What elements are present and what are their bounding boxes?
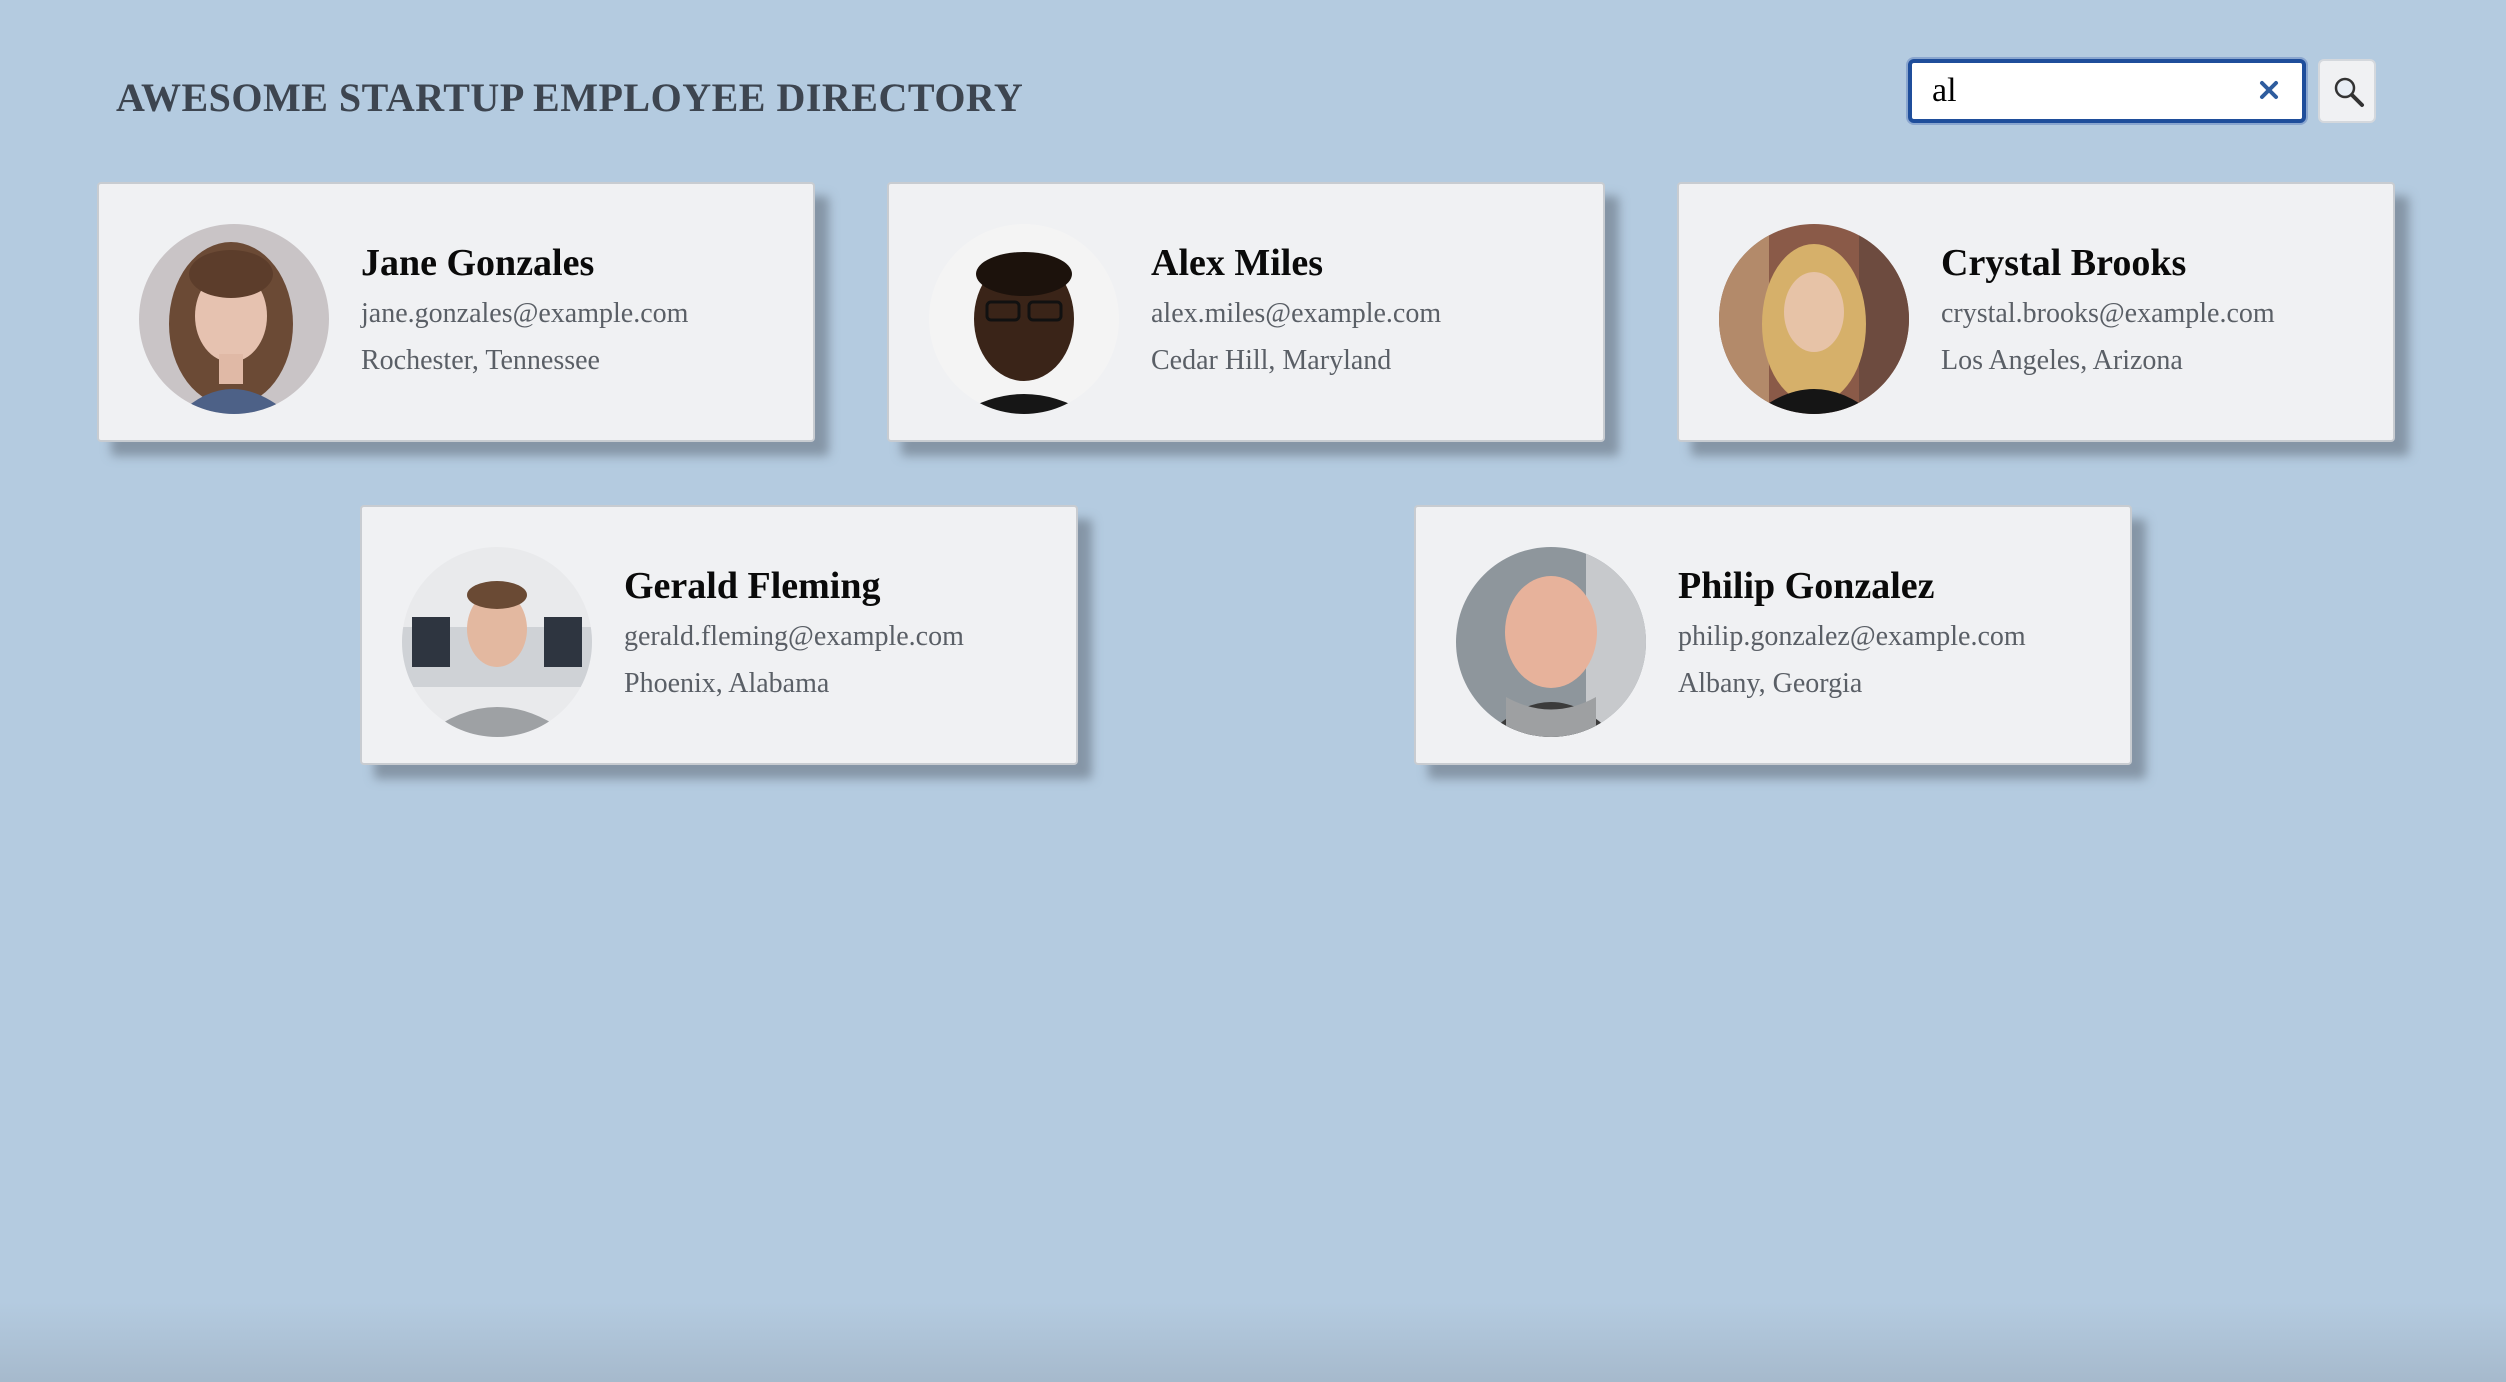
employee-name: Jane Gonzales — [361, 242, 595, 284]
avatar — [1456, 547, 1646, 737]
avatar — [1719, 224, 1909, 414]
employee-email: jane.gonzales@example.com — [361, 298, 689, 329]
employee-email: gerald.fleming@example.com — [624, 621, 964, 652]
employee-card[interactable]: Crystal Brooks crystal.brooks@example.co… — [1677, 182, 2395, 442]
card-info: Philip Gonzalez philip.gonzalez@example.… — [1678, 563, 2120, 707]
card-info: Alex Miles alex.miles@example.com Cedar … — [1151, 240, 1593, 384]
employee-location: Phoenix, Alabama — [624, 668, 830, 699]
employee-name: Crystal Brooks — [1941, 242, 2187, 284]
employee-name: Alex Miles — [1151, 242, 1324, 284]
employee-card[interactable]: Gerald Fleming gerald.fleming@example.co… — [360, 505, 1078, 765]
card-info: Gerald Fleming gerald.fleming@example.co… — [624, 563, 1066, 707]
avatar — [929, 224, 1119, 414]
employee-email: crystal.brooks@example.com — [1941, 298, 2275, 329]
card-info: Crystal Brooks crystal.brooks@example.co… — [1941, 240, 2383, 384]
avatar — [139, 224, 329, 414]
employee-card[interactable]: Alex Miles alex.miles@example.com Cedar … — [887, 182, 1605, 442]
employee-card[interactable]: Jane Gonzales jane.gonzales@example.com … — [97, 182, 815, 442]
employee-location: Los Angeles, Arizona — [1941, 345, 2183, 376]
employee-name: Philip Gonzalez — [1678, 565, 1935, 607]
employee-email: alex.miles@example.com — [1151, 298, 1442, 329]
employee-location: Cedar Hill, Maryland — [1151, 345, 1392, 376]
card-info: Jane Gonzales jane.gonzales@example.com … — [361, 240, 803, 384]
employee-location: Albany, Georgia — [1678, 668, 1863, 699]
employee-gallery: Jane Gonzales jane.gonzales@example.com … — [0, 0, 2506, 1382]
employee-card[interactable]: Philip Gonzalez philip.gonzalez@example.… — [1414, 505, 2132, 765]
employee-location: Rochester, Tennessee — [361, 345, 600, 376]
employee-name: Gerald Fleming — [624, 565, 881, 607]
employee-email: philip.gonzalez@example.com — [1678, 621, 2026, 652]
avatar — [402, 547, 592, 737]
